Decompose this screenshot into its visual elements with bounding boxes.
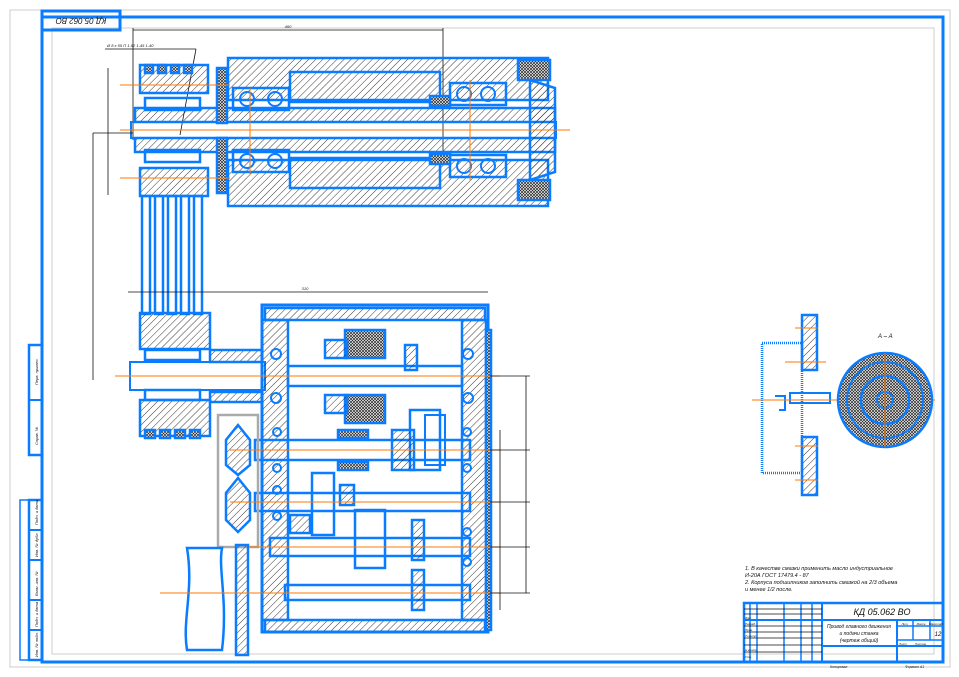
engineering-drawing: КД 05.062 ВО Перв. примен. Справ. № Подп… (9, 9, 951, 669)
col-sheets: Листов (914, 642, 926, 646)
sidebar-label: Подп. и дата (34, 499, 39, 525)
row-label: Н.контр. (745, 648, 758, 652)
sidebar-label: Перв. примен. (34, 358, 39, 385)
note-line: и менее 1/2 после. (745, 587, 793, 593)
drawing-name: и подачи станка (840, 631, 879, 637)
section-label: А – А (877, 334, 893, 340)
row-label: Изм. (745, 616, 752, 620)
title-block: КД 05.062 ВО Привод главного движения и … (742, 601, 945, 669)
sidebar-label: Подп. и дата (34, 601, 39, 627)
dimension-label: 310 (302, 286, 309, 291)
row-label: Т.контр. (745, 634, 757, 638)
gearbox-assembly: 310 (115, 286, 530, 657)
section-a-a: А – А (752, 313, 935, 497)
technical-notes: 1. В качестве смазки применить масло инд… (744, 566, 897, 593)
col-lit: Лит. (900, 622, 908, 626)
note-line: 1. В качестве смазки применить масло инд… (745, 566, 893, 572)
sheet-count: 12 (935, 632, 942, 638)
note-line: И-20А ГОСТ 17479.4 - 87 (745, 573, 810, 579)
copied-label: Копировал (830, 665, 847, 669)
drawing-code: КД 05.062 ВО (854, 607, 911, 617)
sidebar-label: Взам. инв. № (34, 571, 39, 596)
col-scale: Масштаб (929, 622, 943, 626)
format-label: Формат А1 (905, 665, 924, 669)
left-sidebar-stamps: Перв. примен. Справ. № Подп. и дата Инв.… (19, 343, 44, 662)
sidebar-label: Справ. № (34, 426, 39, 445)
corner-stamp-text: КД 05.062 ВО (56, 16, 107, 25)
sidebar-label: Инв. № дубл. (34, 532, 39, 557)
col-mass: Масса (917, 622, 926, 626)
col-sheet: Лист (898, 642, 907, 646)
belt-callout: Ø 8 х 55 П 1-52 1-45 1-40 (106, 43, 154, 48)
dimension-label: 460 (285, 24, 292, 29)
note-line: 2. Корпуса подшипников заполнить смазкой… (744, 579, 897, 586)
row-label: Утв. (745, 655, 752, 659)
row-label: Пров. (745, 628, 753, 632)
drawing-name: Привод главного движения (827, 624, 891, 630)
sidebar-label: Инв. № подл. (34, 632, 39, 657)
corner-stamp: КД 05.062 ВО (40, 9, 122, 32)
drawing-name: (чертеж общий) (840, 637, 879, 644)
row-label: Разраб. (745, 622, 756, 626)
